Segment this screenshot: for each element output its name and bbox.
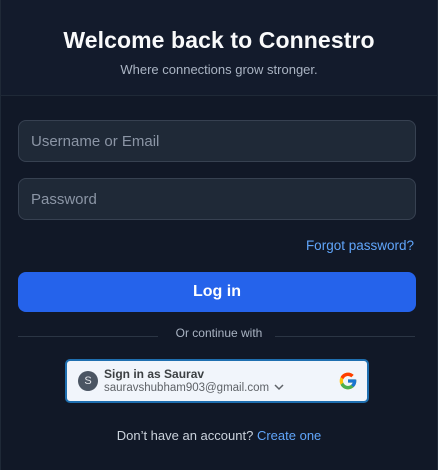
page-subtitle: Where connections grow stronger. [120, 62, 318, 77]
forgot-password-link[interactable]: Forgot password? [306, 238, 414, 253]
google-logo-icon [339, 372, 357, 390]
login-button[interactable]: Log in [18, 272, 416, 312]
login-header: Welcome back to Connestro Where connecti… [1, 0, 437, 96]
page-title: Welcome back to Connestro [63, 27, 375, 53]
create-account-link[interactable]: Create one [257, 428, 321, 443]
avatar: S [78, 371, 98, 391]
signup-prompt-text: Don’t have an account? [116, 428, 254, 443]
divider-text: Or continue with [175, 326, 263, 340]
login-card: Welcome back to Connestro Where connecti… [0, 0, 438, 470]
google-account-email: sauravshubham903@gmail.com [104, 382, 270, 394]
username-input[interactable] [18, 120, 416, 162]
google-signin-button[interactable]: S Sign in as Saurav sauravshubham903@gma… [65, 359, 369, 403]
google-signin-label: Sign in as Saurav [104, 367, 205, 381]
signup-prompt: Don’t have an account? Create one [1, 428, 437, 443]
chevron-down-icon[interactable] [274, 383, 284, 391]
divider-right [275, 336, 415, 337]
password-input[interactable] [18, 178, 416, 220]
